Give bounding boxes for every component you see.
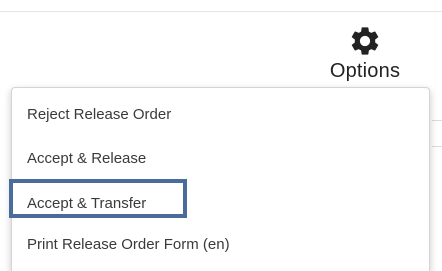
menu-item-label: Accept & Release <box>27 150 147 167</box>
menu-item-accept-transfer[interactable]: Accept & Transfer <box>12 184 429 224</box>
side-divider <box>432 120 442 121</box>
side-divider <box>432 146 442 147</box>
gear-icon <box>351 27 379 55</box>
options-button[interactable]: Options <box>322 24 408 86</box>
menu-item-print-release-order-form[interactable]: Print Release Order Form (en) <box>12 225 429 265</box>
menu-item-label: Accept & Transfer <box>27 195 147 212</box>
menu-item-reject-release-order[interactable]: Reject Release Order <box>12 95 429 135</box>
options-dropdown-menu: Reject Release Order Accept & Release Ac… <box>11 87 430 271</box>
page: Options Reject Release Order Accept & Re… <box>0 0 442 271</box>
menu-item-accept-release[interactable]: Accept & Release <box>12 139 429 179</box>
options-label: Options <box>329 60 401 82</box>
menu-item-label: Reject Release Order <box>27 106 172 123</box>
menu-item-label: Print Release Order Form (en) <box>27 236 230 253</box>
top-divider <box>0 11 442 12</box>
